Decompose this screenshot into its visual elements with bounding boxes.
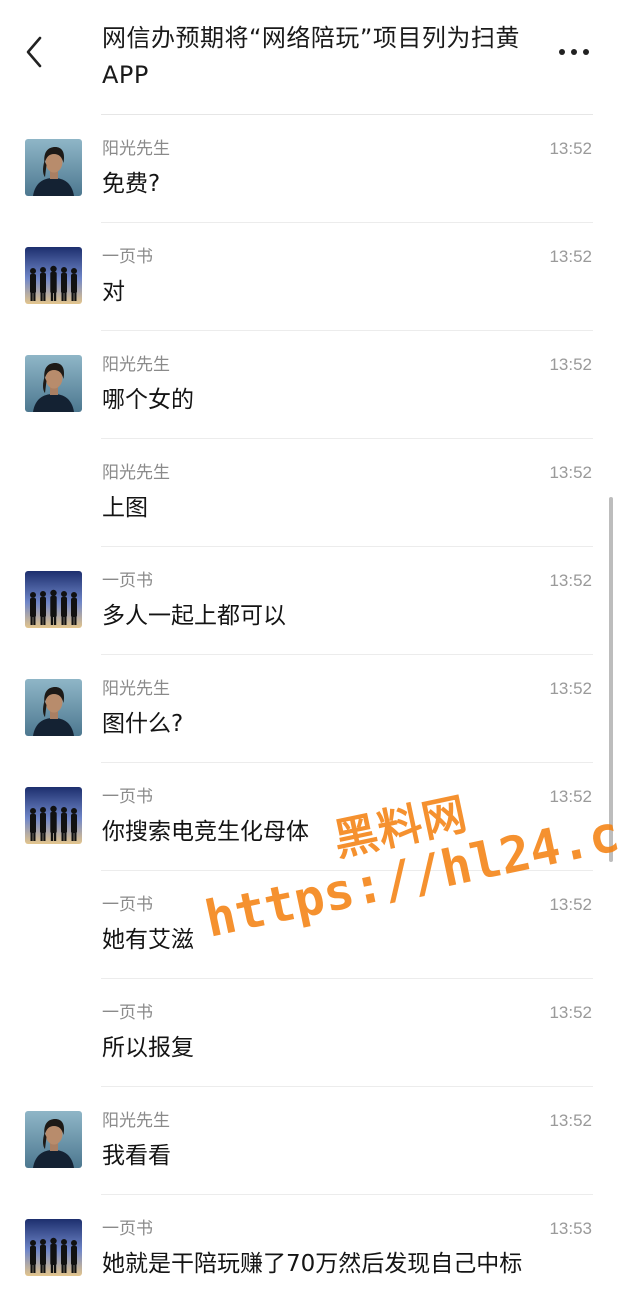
message-row[interactable]: 一页书 13:52 对 — [0, 223, 618, 331]
message-text: 对 — [102, 279, 125, 305]
message-row[interactable]: 阳光先生 13:52 免费? — [0, 115, 618, 223]
sender-name: 阳光先生 — [102, 355, 170, 375]
message-text: 她就是干陪玩赚了70万然后发现自己中标 — [102, 1251, 523, 1277]
avatar[interactable] — [25, 787, 82, 844]
back-button[interactable] — [18, 32, 52, 72]
message-text: 所以报复 — [102, 1035, 194, 1061]
avatar[interactable] — [25, 1219, 82, 1276]
message-time: 13:52 — [549, 463, 592, 482]
message-row[interactable]: 阳光先生 13:52 图什么? — [0, 655, 618, 763]
avatar[interactable] — [25, 139, 82, 196]
message-time: 13:52 — [549, 1111, 592, 1130]
message-row[interactable]: 一页书 13:52 多人一起上都可以 — [0, 547, 618, 655]
more-dots-icon — [559, 49, 589, 55]
sender-name: 一页书 — [102, 1219, 153, 1239]
more-button[interactable] — [556, 38, 592, 66]
message-text: 上图 — [102, 495, 148, 521]
sender-name: 一页书 — [102, 787, 153, 807]
avatar[interactable] — [25, 247, 82, 304]
sender-name: 阳光先生 — [102, 139, 170, 159]
chevron-left-icon — [26, 36, 42, 68]
sender-name: 一页书 — [102, 1003, 153, 1023]
message-time: 13:52 — [549, 787, 592, 806]
message-time: 13:53 — [549, 1219, 592, 1238]
message-time: 13:52 — [549, 679, 592, 698]
message-time: 13:52 — [549, 139, 592, 158]
message-text: 免费? — [102, 171, 161, 197]
message-row[interactable]: 阳光先生 13:52 上图 — [0, 439, 618, 547]
message-time: 13:52 — [549, 355, 592, 374]
message-time: 13:52 — [549, 571, 592, 590]
sender-name: 一页书 — [102, 895, 153, 915]
avatar[interactable] — [25, 571, 82, 628]
message-time: 13:52 — [549, 895, 592, 914]
sender-name: 阳光先生 — [102, 1111, 170, 1131]
message-row[interactable]: 一页书 13:52 你搜索电竞生化母体 — [0, 763, 618, 871]
message-row[interactable]: 阳光先生 13:52 哪个女的 — [0, 331, 618, 439]
avatar[interactable] — [25, 679, 82, 736]
message-row[interactable]: 一页书 13:52 所以报复 — [0, 979, 618, 1087]
message-text: 哪个女的 — [102, 387, 194, 413]
message-text: 她有艾滋 — [102, 927, 194, 953]
message-row[interactable]: 一页书 13:53 她就是干陪玩赚了70万然后发现自己中标 — [0, 1195, 618, 1303]
sender-name: 阳光先生 — [102, 463, 170, 483]
message-text: 我看看 — [102, 1143, 171, 1169]
page-title: 网信办预期将“网络陪玩”项目列为扫黄APP — [102, 24, 520, 89]
message-time: 13:52 — [549, 247, 592, 266]
sender-name: 阳光先生 — [102, 679, 170, 699]
message-row[interactable]: 阳光先生 13:52 我看看 — [0, 1087, 618, 1195]
scrollbar[interactable] — [609, 497, 613, 862]
avatar[interactable] — [25, 1111, 82, 1168]
sender-name: 一页书 — [102, 247, 153, 267]
message-row[interactable]: 一页书 13:52 她有艾滋 — [0, 871, 618, 979]
sender-name: 一页书 — [102, 571, 153, 591]
message-text: 图什么? — [102, 711, 184, 737]
chat-header: 网信办预期将“网络陪玩”项目列为扫黄APP — [0, 0, 618, 115]
message-text: 你搜索电竞生化母体 — [102, 819, 309, 845]
avatar[interactable] — [25, 355, 82, 412]
message-time: 13:52 — [549, 1003, 592, 1022]
message-text: 多人一起上都可以 — [102, 603, 286, 629]
